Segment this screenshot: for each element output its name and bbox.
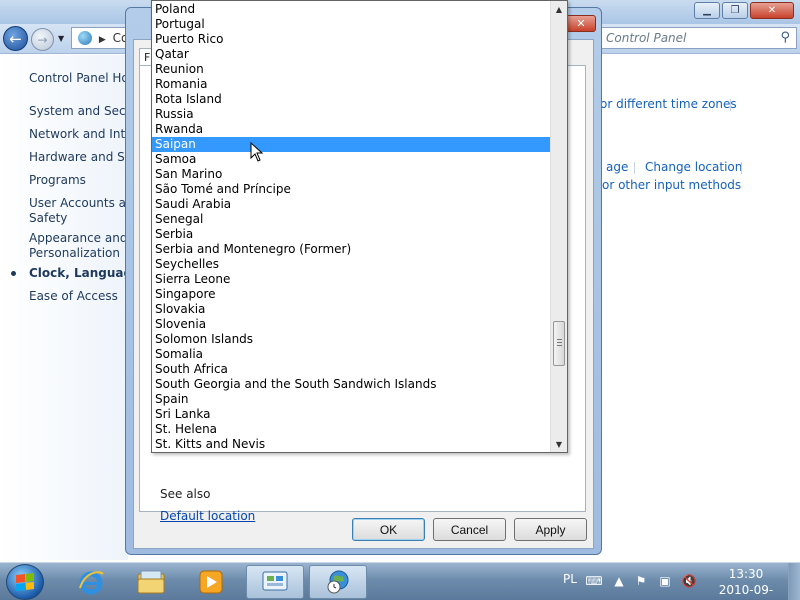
windows-logo-icon <box>16 573 34 591</box>
language-indicator[interactable]: PL <box>563 572 577 586</box>
back-arrow-icon: ← <box>9 29 22 48</box>
dropdown-option[interactable]: Qatar <box>152 47 550 62</box>
grip-icon <box>557 339 562 346</box>
taskbar-region-dialog[interactable] <box>309 565 367 599</box>
control-panel-icon <box>78 31 92 45</box>
default-location-link[interactable]: Default location <box>160 509 255 523</box>
cancel-button[interactable]: Cancel <box>433 518 506 541</box>
control-panel-icon <box>262 571 288 591</box>
apply-button[interactable]: Apply <box>514 518 587 541</box>
dropdown-option[interactable]: Serbia <box>152 227 550 242</box>
dropdown-option[interactable]: Sierra Leone <box>152 272 550 287</box>
clock-time: 13:30 <box>728 567 764 581</box>
network-icon[interactable]: ▣ <box>657 573 673 589</box>
dropdown-option[interactable]: St. Helena <box>152 422 550 437</box>
active-bullet-icon <box>11 271 16 276</box>
forward-arrow-icon: → <box>37 32 48 47</box>
dropdown-option[interactable]: Russia <box>152 107 550 122</box>
show-desktop-button[interactable] <box>788 563 800 600</box>
dropdown-option[interactable]: Rota Island <box>152 92 550 107</box>
action-center-flag-icon[interactable]: ⚑ <box>633 573 649 589</box>
ok-button[interactable]: OK <box>352 518 425 541</box>
dropdown-option[interactable]: St. Kitts and Nevis <box>152 437 550 452</box>
dropdown-option[interactable]: Rwanda <box>152 122 550 137</box>
control-panel-sidebar: Control Panel Hom System and Securi Netw… <box>0 55 157 560</box>
clock-date: 2010-09-22 <box>718 583 774 600</box>
dropdown-option[interactable]: Senegal <box>152 212 550 227</box>
dropdown-option[interactable]: South Georgia and the South Sandwich Isl… <box>152 377 550 392</box>
link-separator <box>634 162 635 174</box>
taskbar-internet-explorer[interactable] <box>62 565 120 599</box>
keyboard-icon[interactable]: ⌨ <box>585 573 602 589</box>
sidebar-item-home[interactable]: Control Panel Hom <box>29 71 140 86</box>
search-placeholder: Control Panel <box>606 31 687 45</box>
dropdown-options: Poland Portugal Puerto Rico Qatar Reunion Rom… <box>152 2 550 452</box>
dropdown-option[interactable]: Poland <box>152 2 550 17</box>
media-player-icon <box>199 570 223 594</box>
breadcrumb-arrow-icon: ▶ <box>98 35 106 45</box>
dropdown-option[interactable]: São Tomé and Príncipe <box>152 182 550 197</box>
start-button[interactable] <box>6 564 44 600</box>
input-methods-link[interactable]: or other input methods <box>602 178 741 192</box>
taskbar-explorer[interactable] <box>122 565 180 599</box>
dropdown-option[interactable]: Romania <box>152 77 550 92</box>
sidebar-item-ease-of-access[interactable]: Ease of Access <box>29 289 118 304</box>
dropdown-scrollbar[interactable]: ▲ ▼ <box>550 1 567 452</box>
dropdown-option[interactable]: Portugal <box>152 17 550 32</box>
dropdown-option[interactable]: Slovakia <box>152 302 550 317</box>
dropdown-option[interactable]: Spain <box>152 392 550 407</box>
dropdown-option[interactable]: Samoa <box>152 152 550 167</box>
dropdown-option[interactable]: Sri Lanka <box>152 407 550 422</box>
dropdown-option[interactable]: Puerto Rico <box>152 32 550 47</box>
history-dropdown-icon[interactable]: ▼ <box>58 34 64 43</box>
dropdown-option[interactable]: Solomon Islands <box>152 332 550 347</box>
system-clock[interactable]: 13:30 2010-09-22 <box>713 566 779 600</box>
dropdown-option[interactable]: Slovenia <box>152 317 550 332</box>
sidebar-item-hardware[interactable]: Hardware and Sou <box>29 150 140 165</box>
close-button[interactable]: ✕ <box>750 2 794 19</box>
sidebar-item-programs[interactable]: Programs <box>29 173 86 188</box>
dropdown-option[interactable]: Saipan <box>152 137 550 152</box>
search-icon[interactable]: ⚲ <box>780 30 790 45</box>
dialog-close-button[interactable]: ✕ <box>566 15 596 32</box>
dropdown-option[interactable]: Somalia <box>152 347 550 362</box>
dropdown-option[interactable]: San Marino <box>152 167 550 182</box>
folder-icon <box>137 570 165 594</box>
internet-explorer-icon <box>79 571 104 595</box>
volume-muted-icon[interactable]: 🔇 <box>681 573 697 589</box>
forward-button[interactable]: → <box>31 28 54 51</box>
see-also-heading: See also <box>160 487 211 501</box>
dropdown-option[interactable]: South Africa <box>152 362 550 377</box>
dropdown-option[interactable]: Serbia and Montenegro (Former) <box>152 242 550 257</box>
minimize-button[interactable]: ▁ <box>694 2 720 19</box>
show-hidden-icons-icon[interactable]: ▲ <box>611 573 627 589</box>
sidebar-item-network[interactable]: Network and Inter <box>29 127 137 142</box>
sidebar-item-appearance[interactable]: Appearance and <box>29 231 127 246</box>
taskbar-media-player[interactable] <box>182 565 240 599</box>
taskbar: PL ⌨ ▲ ⚑ ▣ 🔇 13:30 2010-09-22 <box>0 562 800 600</box>
search-input[interactable]: Control Panel ⚲ <box>601 27 797 49</box>
scroll-down-icon[interactable]: ▼ <box>551 436 567 452</box>
globe-clock-icon <box>327 570 349 594</box>
change-location-link[interactable]: Change location <box>645 160 742 174</box>
dropdown-option[interactable]: Seychelles <box>152 257 550 272</box>
sidebar-item-appearance-line2[interactable]: Personalization <box>29 246 120 261</box>
back-button[interactable]: ← <box>3 26 28 51</box>
scroll-up-icon[interactable]: ▲ <box>551 1 567 17</box>
dropdown-option[interactable]: Reunion <box>152 62 550 77</box>
link-separator <box>730 99 731 111</box>
dropdown-option[interactable]: Singapore <box>152 287 550 302</box>
maximize-button[interactable]: ❐ <box>722 2 748 19</box>
mouse-cursor-icon <box>250 142 264 162</box>
link-separator <box>741 162 742 174</box>
sidebar-item-user-accounts-line2[interactable]: Safety <box>29 211 67 226</box>
time-zones-link[interactable]: or different time zones <box>600 97 737 111</box>
dropdown-option[interactable]: Saudi Arabia <box>152 197 550 212</box>
taskbar-control-panel[interactable] <box>246 565 304 599</box>
scroll-thumb[interactable] <box>553 321 565 366</box>
location-dropdown-list[interactable]: Poland Portugal Puerto Rico Qatar Reunion Rom… <box>151 0 568 453</box>
language-link[interactable]: age <box>606 160 628 174</box>
